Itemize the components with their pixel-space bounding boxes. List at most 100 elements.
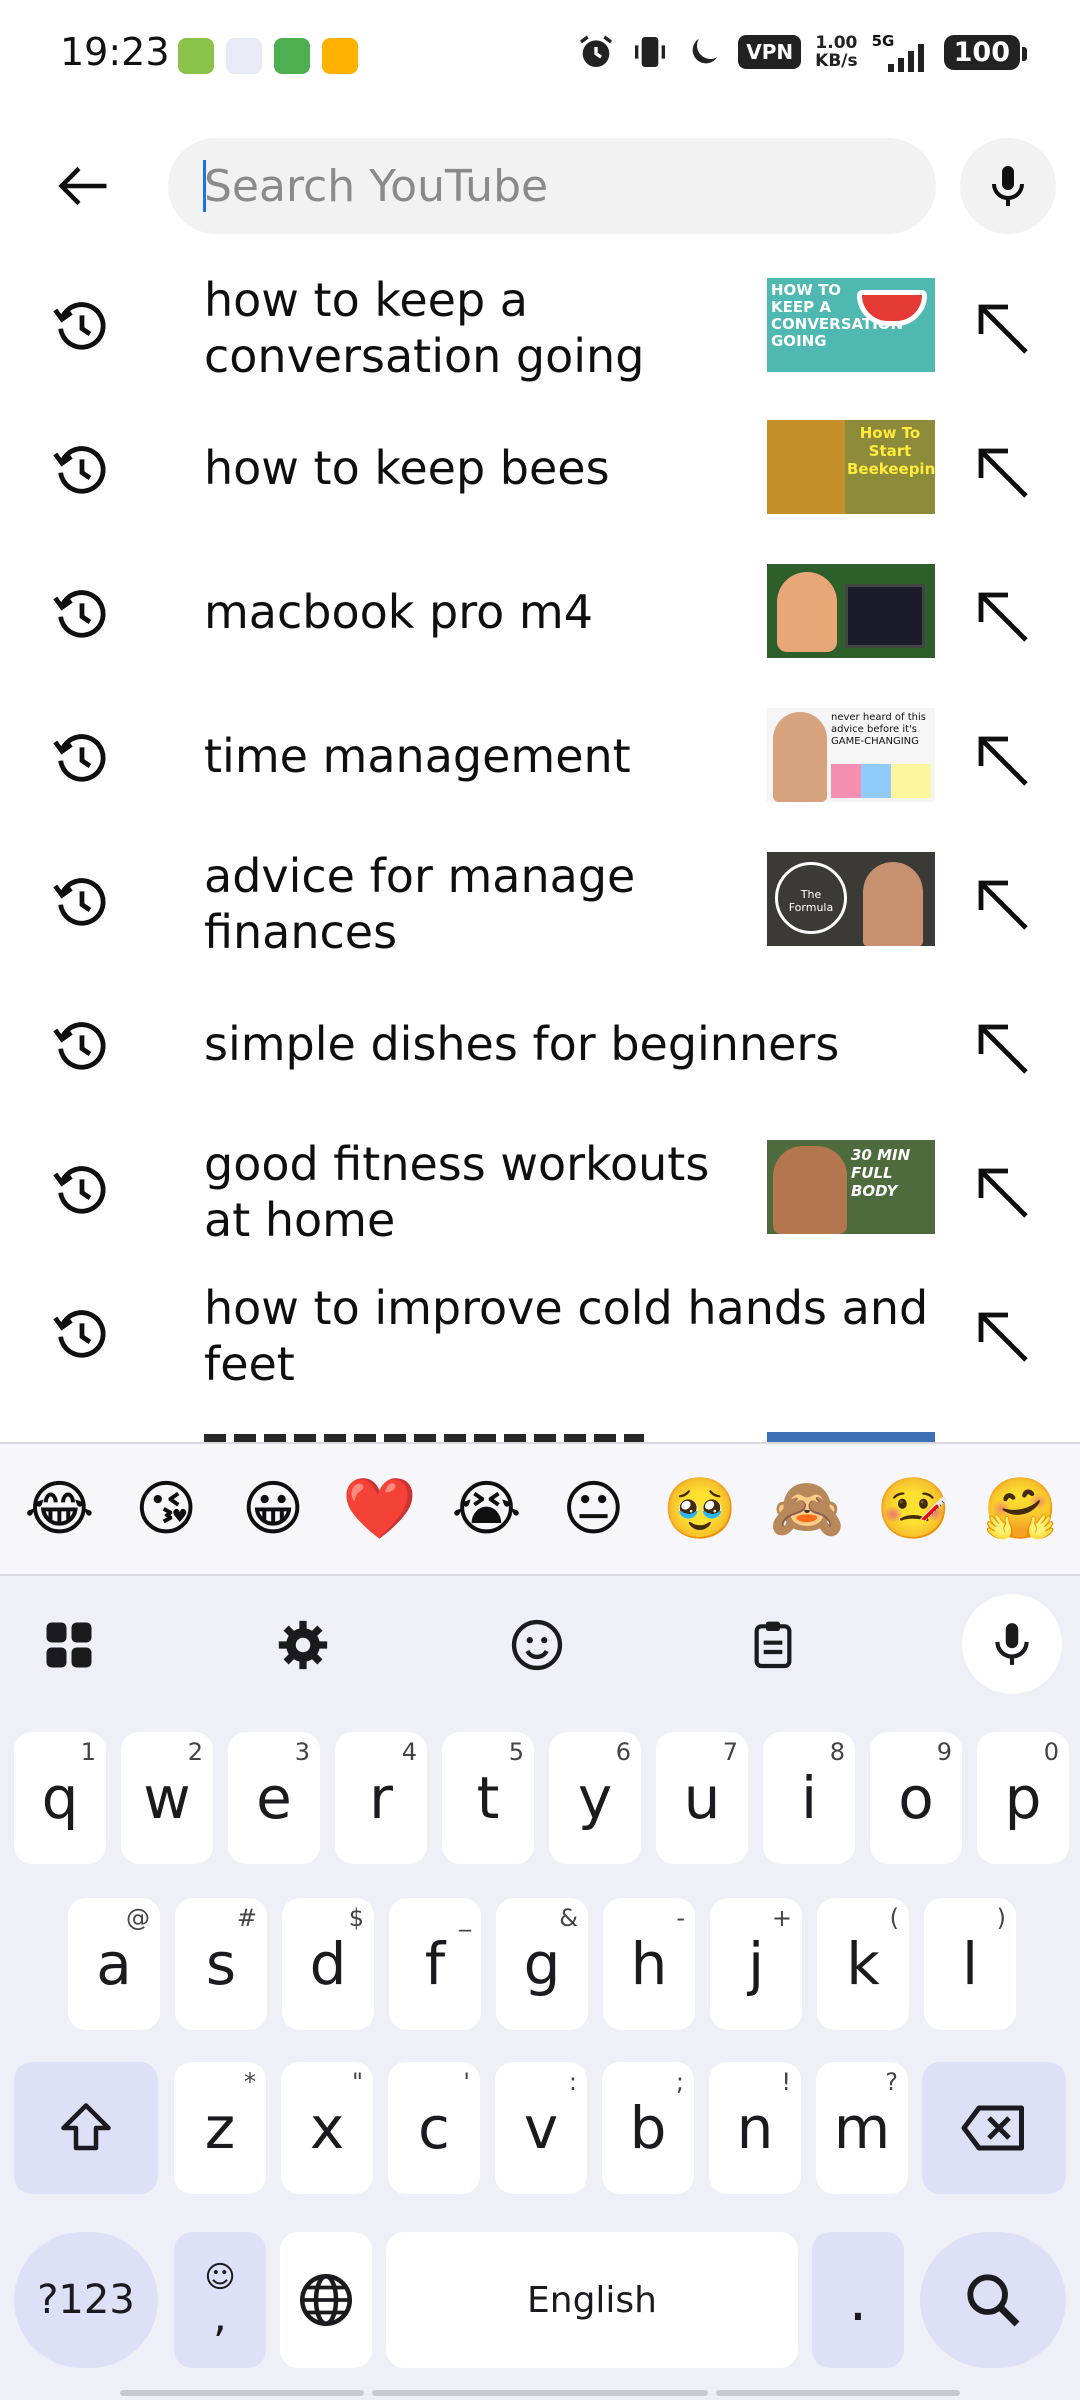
key-y[interactable]: y6 <box>549 1732 641 1864</box>
key-c[interactable]: c ' <box>388 2062 480 2194</box>
suggestion-thumbnail: How To Start Beekeeping <box>767 420 935 514</box>
key-label: e <box>256 1764 292 1832</box>
key-i[interactable]: i8 <box>763 1732 855 1864</box>
vibrate-icon <box>635 37 666 67</box>
suggestion-thumbnail: HOW TO KEEP A CONVERSATION GOING <box>767 278 935 372</box>
key-k[interactable]: k( <box>817 1898 909 2030</box>
thumbnail-caption: HOW TO KEEP A CONVERSATION GOING <box>771 281 904 350</box>
thumbnail-person <box>773 1146 847 1234</box>
key-d[interactable]: d $ <box>282 1898 374 2030</box>
key-label: f <box>424 1930 446 1998</box>
history-icon <box>53 302 106 350</box>
key-f[interactable]: f _ <box>389 1898 481 2030</box>
signal-indicator: 5G <box>872 32 930 72</box>
period-key[interactable]: . <box>812 2232 904 2368</box>
voice-search-button[interactable] <box>960 138 1056 234</box>
suggestion-item[interactable]: how to improve cold hands and feet <box>0 1260 1080 1404</box>
key-label: q <box>41 1764 79 1832</box>
suggestion-item[interactable]: advice for manage finances The Formula <box>0 828 1080 972</box>
key-o[interactable]: o9 <box>870 1732 962 1864</box>
key-w[interactable]: w2 <box>121 1732 213 1864</box>
key-m[interactable]: m? <box>816 2062 908 2194</box>
suggestion-thumbnail: The Formula <box>767 852 935 946</box>
thumbnail-caption: never heard of this advice before it's G… <box>831 712 926 747</box>
comma-key[interactable]: ☺ , <box>174 2232 266 2368</box>
arrow-left-icon <box>58 166 107 206</box>
clipboard-button[interactable] <box>728 1600 818 1690</box>
search-enter-key[interactable] <box>920 2232 1066 2368</box>
key-p[interactable]: p0 <box>977 1732 1069 1864</box>
key-label: n <box>736 2094 774 2162</box>
suggestion-item[interactable]: simple dishes for beginners <box>0 972 1080 1116</box>
emoji-key[interactable]: 🙈 <box>762 1474 852 1544</box>
key-label: c <box>418 2094 450 2162</box>
key-q[interactable]: q1 <box>14 1732 106 1864</box>
key-a[interactable]: a @ <box>68 1898 160 2030</box>
key-e[interactable]: e3 <box>228 1732 320 1864</box>
apps-grid-button[interactable] <box>24 1600 114 1690</box>
suggestion-item[interactable]: how to keep bees How To Start Beekeeping <box>0 396 1080 540</box>
search-box[interactable] <box>168 138 936 234</box>
backspace-key[interactable] <box>922 2062 1066 2194</box>
key-s[interactable]: s # <box>175 1898 267 2030</box>
suggestion-item[interactable]: time management never heard of this advi… <box>0 684 1080 828</box>
status-bar: 19:23 VPN 1.00 KB/s 5G 100 <box>0 0 1080 110</box>
key-j[interactable]: j + <box>710 1898 802 2030</box>
emoji-key[interactable]: 🤗 <box>976 1474 1066 1544</box>
key-r[interactable]: r4 <box>335 1732 427 1864</box>
key-u[interactable]: u7 <box>656 1732 748 1864</box>
suggestion-item[interactable]: how to keep a conversation going HOW TO … <box>0 252 1080 396</box>
suggestion-text: how to keep bees <box>204 441 610 495</box>
clipboard-icon <box>754 1621 792 1669</box>
arrow-up-left-icon[interactable] <box>966 1300 1038 1372</box>
key-label: r <box>369 1764 393 1832</box>
emoji-key[interactable]: 😭 <box>442 1474 532 1544</box>
key-label: w <box>143 1764 191 1832</box>
emoji-key[interactable]: 😂 <box>14 1474 104 1544</box>
suggestion-text: how to keep a conversation going <box>204 273 645 383</box>
arrow-up-left-icon[interactable] <box>966 1156 1038 1228</box>
emoji-key[interactable]: 🥹 <box>655 1474 745 1544</box>
emoji-key[interactable]: 🤒 <box>869 1474 959 1544</box>
language-key[interactable] <box>280 2232 372 2368</box>
key-n[interactable]: n! <box>709 2062 801 2194</box>
emoji-key[interactable]: 😀 <box>228 1474 318 1544</box>
settings-button[interactable] <box>258 1600 348 1690</box>
key-label: z <box>204 2094 236 2162</box>
grid-icon <box>46 1622 92 1668</box>
key-x[interactable]: x " <box>281 2062 373 2194</box>
key-h[interactable]: h- <box>603 1898 695 2030</box>
back-button[interactable] <box>44 146 124 226</box>
vpn-badge: VPN <box>738 35 802 69</box>
space-key[interactable]: English <box>386 2232 798 2368</box>
key-hint: & <box>559 1904 578 1932</box>
shift-key[interactable] <box>14 2062 158 2194</box>
key-g[interactable]: g & <box>496 1898 588 2030</box>
emoji-key[interactable]: ❤️ <box>335 1474 425 1544</box>
arrow-up-left-icon[interactable] <box>966 580 1038 652</box>
thumbnail-image-left <box>767 420 845 514</box>
arrow-up-left-icon[interactable] <box>966 292 1038 364</box>
suggestion-item[interactable]: macbook pro m4 <box>0 540 1080 684</box>
app-notification-icon <box>178 38 214 74</box>
key-z[interactable]: z * <box>174 2062 266 2194</box>
emoji-key[interactable]: 😘 <box>121 1474 211 1544</box>
arrow-up-left-icon[interactable] <box>966 868 1038 940</box>
arrow-up-left-icon[interactable] <box>966 724 1038 796</box>
arrow-up-left-icon[interactable] <box>966 1012 1038 1084</box>
key-t[interactable]: t5 <box>442 1732 534 1864</box>
key-hint: 8 <box>829 1738 845 1766</box>
key-v[interactable]: v: <box>495 2062 587 2194</box>
key-b[interactable]: b; <box>602 2062 694 2194</box>
key-label: y <box>577 1764 613 1832</box>
key-label: p <box>1004 1764 1042 1832</box>
symbols-key[interactable]: ?123 <box>14 2232 158 2368</box>
emoji-key[interactable]: 😐 <box>548 1474 638 1544</box>
key-label: g <box>523 1930 561 1998</box>
search-input[interactable] <box>204 158 894 214</box>
suggestion-item[interactable]: good fitness workouts at home 30 MIN FUL… <box>0 1116 1080 1260</box>
arrow-up-left-icon[interactable] <box>966 436 1038 508</box>
keyboard-voice-button[interactable] <box>962 1594 1062 1694</box>
key-l[interactable]: l) <box>924 1898 1016 2030</box>
emoji-panel-button[interactable] <box>492 1600 582 1690</box>
